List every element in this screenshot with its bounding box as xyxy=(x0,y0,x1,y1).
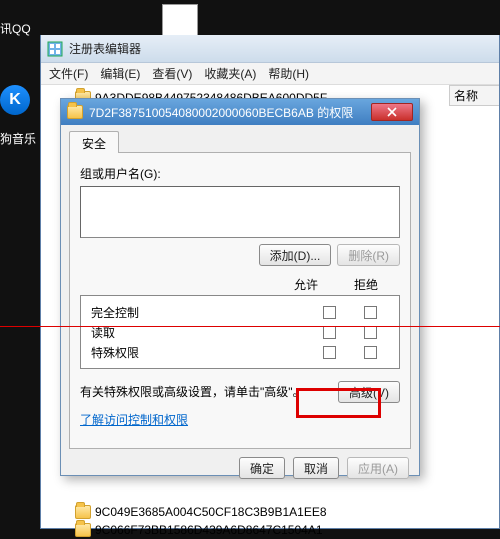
permissions-dialog: 7D2F387510054080002000060BECB6AB 的权限 安全 … xyxy=(60,98,420,476)
permissions-header: 允许 拒绝 xyxy=(80,276,400,293)
dialog-title-text: 7D2F387510054080002000060BECB6AB 的权限 xyxy=(89,104,353,121)
deny-header: 拒绝 xyxy=(354,276,378,293)
deny-checkbox[interactable] xyxy=(364,326,377,339)
permissions-box: 完全控制 读取 特殊权限 xyxy=(80,295,400,369)
advanced-hint: 有关特殊权限或高级设置，请单击"高级"。 xyxy=(80,385,330,399)
allow-checkbox[interactable] xyxy=(323,326,336,339)
kugou-icon[interactable]: K xyxy=(0,85,30,115)
music-label: 狗音乐 xyxy=(0,130,36,147)
tree-item[interactable]: 9C066F73BB1586D439A6D8647C1504A1 xyxy=(47,521,499,539)
group-users-label: 组或用户名(G): xyxy=(80,165,400,182)
tree-item-label: 9C049E3685A004C50CF18C3B9B1A1EE8 xyxy=(95,505,327,519)
ok-button[interactable]: 确定 xyxy=(239,457,285,479)
apply-button: 应用(A) xyxy=(347,457,409,479)
allow-header: 允许 xyxy=(294,276,318,293)
close-icon xyxy=(387,107,397,117)
advanced-button[interactable]: 高级(V) xyxy=(338,381,400,403)
learn-link[interactable]: 了解访问控制和权限 xyxy=(80,411,188,428)
perm-name: 读取 xyxy=(91,324,323,341)
regedit-titlebar[interactable]: 注册表编辑器 xyxy=(41,35,499,63)
deny-checkbox[interactable] xyxy=(364,346,377,359)
dialog-button-row: 确定 取消 应用(A) xyxy=(61,449,419,487)
qq-label: 讯QQ xyxy=(0,20,40,37)
allow-checkbox[interactable] xyxy=(323,306,336,319)
deny-checkbox[interactable] xyxy=(364,306,377,319)
menu-file[interactable]: 文件(F) xyxy=(49,65,88,82)
tab-row: 安全 xyxy=(69,131,411,153)
tree-item[interactable]: 9C049E3685A004C50CF18C3B9B1A1EE8 xyxy=(47,503,499,521)
regedit-title-text: 注册表编辑器 xyxy=(69,40,141,57)
tab-security[interactable]: 安全 xyxy=(69,131,119,153)
perm-row-full: 完全控制 xyxy=(91,302,389,322)
allow-checkbox[interactable] xyxy=(323,346,336,359)
menu-edit[interactable]: 编辑(E) xyxy=(100,65,140,82)
dialog-titlebar[interactable]: 7D2F387510054080002000060BECB6AB 的权限 xyxy=(61,99,419,125)
add-button[interactable]: 添加(D)... xyxy=(259,244,332,266)
tree-item-label: 9C066F73BB1586D439A6D8647C1504A1 xyxy=(95,523,323,537)
perm-row-read: 读取 xyxy=(91,322,389,342)
folder-icon xyxy=(75,505,91,519)
perm-name: 特殊权限 xyxy=(91,344,323,361)
security-panel: 组或用户名(G): 添加(D)... 删除(R) 允许 拒绝 完全控制 读取 特… xyxy=(69,153,411,449)
group-users-list[interactable] xyxy=(80,186,400,238)
menu-favorites[interactable]: 收藏夹(A) xyxy=(204,65,256,82)
remove-button: 删除(R) xyxy=(337,244,400,266)
perm-row-special: 特殊权限 xyxy=(91,342,389,362)
folder-icon xyxy=(67,105,83,119)
regedit-icon xyxy=(47,41,63,57)
column-header-name[interactable]: 名称 xyxy=(449,85,499,106)
perm-name: 完全控制 xyxy=(91,304,323,321)
close-button[interactable] xyxy=(371,103,413,121)
menu-view[interactable]: 查看(V) xyxy=(152,65,192,82)
folder-icon xyxy=(75,523,91,537)
cancel-button[interactable]: 取消 xyxy=(293,457,339,479)
menu-help[interactable]: 帮助(H) xyxy=(268,65,309,82)
menubar: 文件(F) 编辑(E) 查看(V) 收藏夹(A) 帮助(H) xyxy=(41,63,499,85)
